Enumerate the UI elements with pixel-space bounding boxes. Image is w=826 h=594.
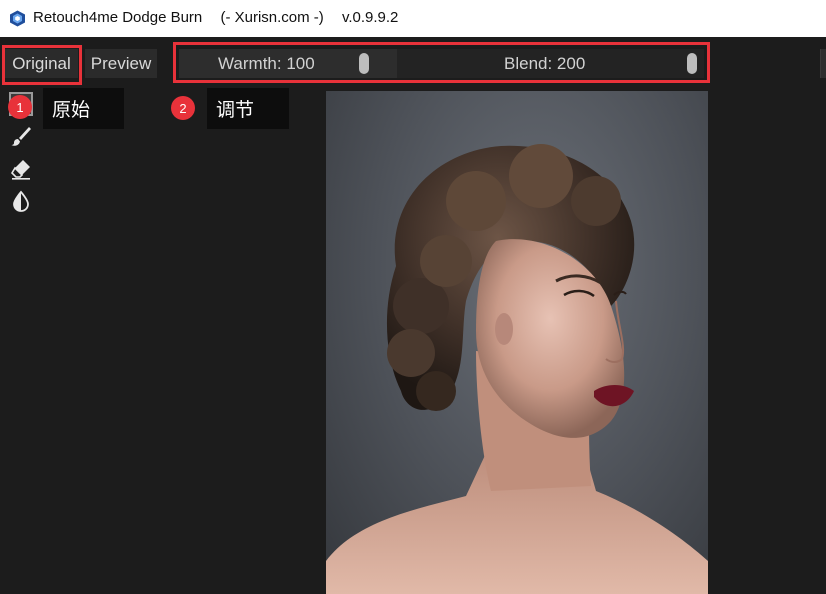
preview-button[interactable]: Preview bbox=[85, 49, 157, 78]
sliders-highlight-box bbox=[173, 42, 710, 83]
annotation-marker-1: 1 bbox=[8, 95, 32, 119]
annotation-label-original: 原始 bbox=[43, 88, 124, 129]
eraser-tool[interactable] bbox=[9, 157, 33, 181]
app-version: v.0.9.9.2 bbox=[341, 9, 399, 26]
app-logo-icon bbox=[9, 10, 26, 27]
window-title: Retouch4me Dodge Burn (- Xurisn.com -) v… bbox=[33, 9, 412, 26]
brush-tool[interactable] bbox=[9, 124, 33, 148]
app-name: Retouch4me Dodge Burn bbox=[33, 9, 203, 26]
half-drop-icon bbox=[13, 190, 29, 212]
annotation-marker-2: 2 bbox=[171, 96, 195, 120]
annotation-label-adjust: 调节 bbox=[207, 88, 289, 129]
right-panel-edge[interactable] bbox=[820, 49, 826, 78]
eraser-icon bbox=[10, 160, 30, 180]
portrait-photo bbox=[326, 144, 708, 594]
brush-icon bbox=[11, 127, 31, 146]
title-bar: Retouch4me Dodge Burn (- Xurisn.com -) v… bbox=[0, 0, 826, 37]
original-highlight-box bbox=[2, 45, 82, 85]
app-subtitle: (- Xurisn.com -) bbox=[220, 9, 324, 26]
opacity-tool[interactable] bbox=[9, 189, 33, 213]
image-canvas[interactable] bbox=[326, 91, 708, 594]
